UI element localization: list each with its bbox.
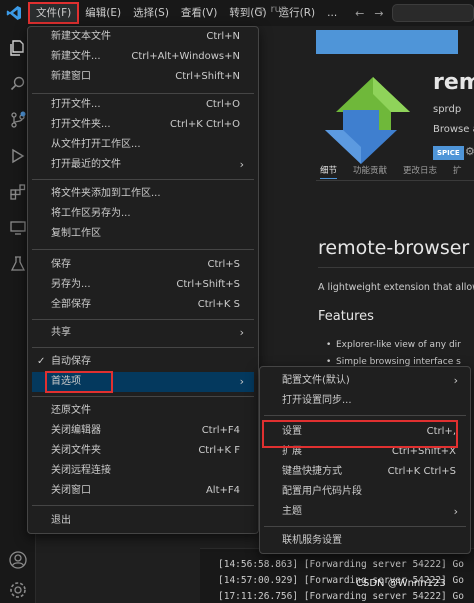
menu-file[interactable]: 文件(F) [28, 2, 80, 24]
menu-item-save-as[interactable]: 另存为... Ctrl+Shift+S [32, 275, 254, 295]
tab-contributions[interactable]: 功能贡献 [353, 164, 387, 179]
menu-separator [32, 93, 254, 94]
divider [316, 180, 474, 181]
command-center-search[interactable] [392, 4, 474, 22]
menu-item-revert-file[interactable]: 还原文件 [32, 401, 254, 421]
menu-item-new-file[interactable]: 新建文件... Ctrl+Alt+Windows+N [32, 47, 254, 67]
menu-item-share[interactable]: 共享 › [32, 323, 254, 343]
chevron-right-icon: › [453, 505, 458, 518]
extension-badge: SPICE [433, 146, 464, 160]
account-icon[interactable] [6, 548, 30, 572]
menu-separator [264, 526, 466, 527]
menu-item-new-text-file[interactable]: 新建文本文件 Ctrl+N [32, 27, 254, 47]
menu-item-add-folder-to-workspace[interactable]: 将文件夹添加到工作区... [32, 184, 254, 204]
back-arrow-icon[interactable]: ← [355, 7, 364, 20]
menu-separator [32, 179, 254, 180]
readme-title: remote-browser [318, 237, 470, 259]
terminal-line: [17:11:26.756] [Forwarding server 54222]… [218, 591, 464, 602]
extension-detail-tabs: 细节 功能贡献 更改日志 扩 [320, 164, 462, 179]
readme-features-heading: Features [318, 309, 374, 324]
menu-separator [32, 347, 254, 348]
file-menu-dropdown: 新建文本文件 Ctrl+N 新建文件... Ctrl+Alt+Windows+N 新… [27, 26, 259, 534]
preferences-submenu: 配置文件(默认) › 打开设置同步... 设置 Ctrl+, 扩展 Ctrl+Shif… [259, 366, 471, 554]
menu-item-save-all[interactable]: 全部保存 Ctrl+K S [32, 295, 254, 315]
vscode-logo-icon [0, 0, 28, 26]
menu-item-save[interactable]: 保存 Ctrl+S [32, 255, 254, 275]
tab-label: run [270, 4, 288, 15]
extension-description: Browse a [433, 124, 474, 135]
watermark: CSDN @Wnnn123 [356, 578, 446, 589]
tab-details[interactable]: 细节 [320, 164, 338, 179]
chevron-right-icon: › [239, 375, 244, 388]
readme-bullet: Explorer-like view of any dir [326, 340, 461, 350]
menu-item-close-window[interactable]: 关闭窗口 Alt+F4 [32, 481, 254, 501]
forward-arrow-icon[interactable]: → [374, 7, 383, 20]
file-icon: ▭ [255, 4, 265, 15]
submenu-item-theme[interactable]: 主题 › [264, 502, 466, 522]
menu-separator [32, 319, 254, 320]
terminal-line: [14:56:58.863] [Forwarding server 54222]… [218, 559, 464, 570]
menu-item-close-remote[interactable]: 关闭远程连接 [32, 461, 254, 481]
extension-logo-icon [325, 72, 415, 167]
readme-description: A lightweight extension that allows [318, 282, 474, 293]
editor-tab[interactable]: ▭ run [255, 4, 287, 15]
extension-publisher[interactable]: sprdp [433, 104, 461, 115]
submenu-item-online-services[interactable]: 联机服务设置 [264, 531, 466, 551]
terminal-panel[interactable]: [14:56:58.863] [Forwarding server 54222]… [200, 548, 474, 603]
extension-gear-icon[interactable]: ⚙ [465, 145, 474, 158]
menu-item-duplicate-workspace[interactable]: 复制工作区 [32, 224, 254, 244]
navigation-arrows: ← → [355, 7, 383, 20]
menu-separator [32, 505, 254, 506]
submenu-item-settings-sync[interactable]: 打开设置同步... [264, 391, 466, 411]
menu-separator [32, 396, 254, 397]
menu-item-close-editor[interactable]: 关闭编辑器 Ctrl+F4 [32, 421, 254, 441]
menu-edit[interactable]: 编辑(E) [79, 2, 127, 24]
extension-header-banner [316, 30, 458, 54]
submenu-item-keyboard-shortcuts[interactable]: 键盘快捷方式 Ctrl+K Ctrl+S [264, 462, 466, 482]
menu-item-new-window[interactable]: 新建窗口 Ctrl+Shift+N [32, 67, 254, 87]
menu-item-close-folder[interactable]: 关闭文件夹 Ctrl+K F [32, 441, 254, 461]
highlight-box-preferences [45, 371, 113, 393]
check-icon: ✓ [37, 356, 46, 367]
submenu-item-profile[interactable]: 配置文件(默认) › [264, 371, 466, 391]
menu-item-save-workspace-as[interactable]: 将工作区另存为... [32, 204, 254, 224]
tab-changelog[interactable]: 更改日志 [403, 164, 437, 179]
chevron-right-icon: › [239, 326, 244, 339]
menu-item-open-file[interactable]: 打开文件... Ctrl+O [32, 95, 254, 115]
menu-item-open-recent[interactable]: 打开最近的文件 › [32, 155, 254, 175]
chevron-right-icon: › [239, 158, 244, 171]
tab-extension-pack[interactable]: 扩 [453, 164, 462, 179]
menu-item-exit[interactable]: 退出 [32, 511, 254, 531]
menu-bar: 文件(F) 编辑(E) 选择(S) 查看(V) 转到(G) 运行(R) ... … [0, 0, 474, 26]
highlight-box-settings [262, 420, 458, 448]
menu-separator [264, 415, 466, 416]
submenu-item-user-snippets[interactable]: 配置用户代码片段 [264, 482, 466, 502]
menu-item-open-folder[interactable]: 打开文件夹... Ctrl+K Ctrl+O [32, 115, 254, 135]
extension-name: remo [433, 70, 474, 95]
menu-view[interactable]: 查看(V) [175, 2, 223, 24]
menu-selection[interactable]: 选择(S) [127, 2, 175, 24]
menu-separator [32, 249, 254, 250]
menu-item-auto-save[interactable]: ✓ 自动保存 [32, 352, 254, 372]
menu-more[interactable]: ... [321, 2, 343, 24]
divider [318, 267, 474, 268]
menu-item-open-workspace[interactable]: 从文件打开工作区... [32, 135, 254, 155]
settings-gear-icon[interactable] [6, 578, 30, 602]
chevron-right-icon: › [453, 374, 458, 387]
